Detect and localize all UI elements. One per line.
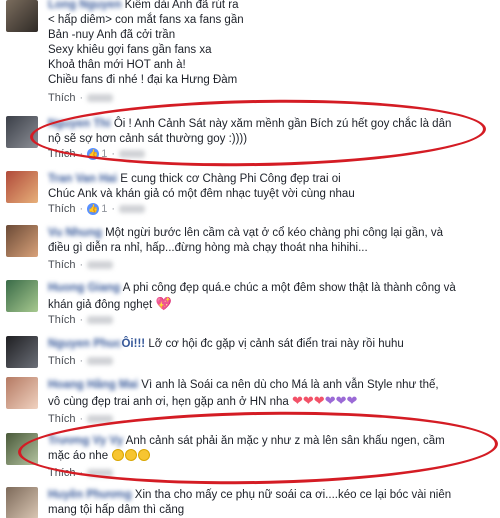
like-link[interactable]: Thích [48, 314, 76, 326]
comment-body: Huong Giang A phi công đẹp quá.e chúc a … [48, 281, 494, 313]
comment-line: Bản -nuy Anh đã cởi trần [48, 29, 176, 41]
comment-author[interactable]: Tran Van Hai [48, 173, 117, 185]
avatar[interactable] [6, 280, 38, 312]
timestamp[interactable] [118, 150, 145, 158]
timestamp[interactable] [87, 261, 114, 269]
sparkling-heart-icon: 💖 [155, 296, 172, 311]
purple-heart-icon: ❤ [335, 393, 347, 408]
timestamp[interactable] [87, 316, 114, 324]
like-count-value: 1 [101, 148, 108, 160]
laughing-emoji-icon [138, 449, 151, 461]
avatar[interactable] [6, 0, 38, 32]
separator: · [111, 203, 115, 215]
like-link[interactable]: Thích [48, 92, 76, 104]
like-link[interactable]: Thích [48, 467, 76, 479]
comment-actions: Thích · [48, 413, 114, 425]
comment-text: mang tội hấp dâm thì căng [48, 504, 185, 516]
avatar[interactable] [6, 171, 38, 203]
avatar[interactable] [6, 487, 38, 518]
comment-line: < hấp diêm> con mắt fans xa fans gần [48, 14, 244, 26]
comment-author[interactable]: Nguyen Phuc [48, 338, 121, 350]
comment-actions: Thích · [48, 467, 114, 479]
comment-text: vô cùng đẹp trai anh ơi, hẹn gặp anh ở H… [48, 396, 289, 408]
avatar[interactable] [6, 377, 38, 409]
timestamp[interactable] [87, 357, 114, 365]
comment-body: Tran Van Hai E cung thick cơ Chàng Phi C… [48, 172, 494, 202]
separator: · [79, 314, 84, 326]
separator: · [111, 148, 115, 160]
comment-actions: Thích · 👍 1 · [48, 148, 145, 160]
avatar[interactable] [6, 336, 38, 368]
avatar[interactable] [6, 225, 38, 257]
comment-text: Ôi ! Anh Cảnh Sát này xăm mềnh gần Bích … [110, 118, 452, 130]
comment-text: Anh cảnh sát phải ăn mặc y như z mà lên … [123, 435, 445, 447]
purple-heart-icon: ❤ [324, 393, 336, 408]
comment-text: điều gì diễn ra nhỉ, hấp...đừng hòng mà … [48, 242, 368, 254]
separator: · [79, 259, 84, 271]
timestamp[interactable] [87, 469, 114, 477]
comment-author[interactable]: Vu Nhung [48, 227, 102, 239]
thumbs-up-icon: 👍 [87, 203, 100, 215]
comment-author[interactable]: Huyền Phương [48, 489, 132, 501]
comment-body: Long Nguyen Kiếm dài Anh đã rút ra < hấp… [48, 0, 494, 88]
like-count[interactable]: 👍 1 [87, 148, 107, 160]
comment-text: khán giả đông nghẹt [48, 299, 156, 311]
comment-line: Chiều fans đi nhé ! đại ka Hưng Đàm [48, 74, 238, 86]
separator: · [79, 355, 84, 367]
comment-author[interactable]: Hoang Hằng Mai [48, 379, 138, 391]
comment-actions: Thích · [48, 92, 114, 104]
comment-text: Một ngừi bước lên cầm cà vạt ở cổ kéo ch… [101, 227, 444, 239]
like-link[interactable]: Thích [48, 148, 76, 160]
comment-line: Kiếm dài Anh đã rút ra [124, 0, 239, 11]
red-heart-icon: ❤ [313, 393, 325, 408]
laughing-emoji-icon [112, 449, 125, 461]
like-link[interactable]: Thích [48, 259, 76, 271]
comment-body: Huyền Phương Xin tha cho mấy ce phụ nữ s… [48, 488, 494, 518]
comment-author[interactable]: Trương Vy Vy [48, 435, 123, 447]
comment-text: mặc áo nhe [48, 450, 112, 462]
comment-author-tail[interactable]: Ôi!!! [121, 338, 145, 350]
comment-actions: Thích · 👍 1 · [48, 203, 145, 215]
comment-text: E cung thick cơ Chàng Phi Công đẹp trai … [120, 173, 341, 185]
thumbs-up-icon: 👍 [87, 148, 100, 160]
comment-text: Lỡ cơ hội đc gặp vị cảnh sát điển trai n… [145, 338, 404, 350]
separator: · [79, 92, 84, 104]
comment-actions: Thích · [48, 314, 114, 326]
comment-body: Nguyen PhucÔi!!! Lỡ cơ hội đc gặp vị cản… [48, 337, 494, 352]
comment-actions: Thích · [48, 259, 114, 271]
avatar[interactable] [6, 433, 38, 465]
comment-line: Sexy khiêu gợi fans gần fans xa [48, 44, 212, 56]
timestamp[interactable] [87, 415, 114, 423]
like-link[interactable]: Thích [48, 355, 76, 367]
separator: · [79, 148, 84, 160]
separator: · [79, 203, 84, 215]
separator: · [79, 467, 84, 479]
comment-body: Hoang Hằng Mai Vì anh là Soái ca nên dù … [48, 378, 494, 410]
separator: · [79, 413, 84, 425]
comment-author[interactable]: Nguyen Thi [48, 118, 111, 130]
comment-author[interactable]: Long Nguyen [48, 0, 121, 11]
like-count-value: 1 [101, 203, 108, 215]
like-link[interactable]: Thích [48, 203, 76, 215]
like-link[interactable]: Thích [48, 413, 76, 425]
like-count[interactable]: 👍 1 [87, 203, 107, 215]
comment-text: Vì anh là Soái ca nên dù cho Má là anh v… [138, 379, 439, 391]
comment-text: nộ sẽ sợ hơn cảnh sát thường goy :)))) [48, 133, 248, 145]
comment-body: Nguyen Thi Ôi ! Anh Cảnh Sát này xăm mền… [48, 117, 494, 147]
comment-actions: Thích · [48, 355, 114, 367]
comment-text: A phi công đẹp quá.e chúc a một đêm show… [120, 282, 456, 294]
avatar[interactable] [6, 116, 38, 148]
purple-heart-icon: ❤ [346, 393, 358, 408]
red-heart-icon: ❤ [302, 393, 314, 408]
comment-text: Chúc Ank và khán giả có một đêm nhạc tuy… [48, 188, 355, 200]
laughing-emoji-icon [125, 449, 138, 461]
red-heart-icon: ❤ [291, 393, 303, 408]
timestamp[interactable] [118, 205, 145, 213]
comment-body: Trương Vy Vy Anh cảnh sát phải ăn mặc y … [48, 434, 494, 464]
timestamp[interactable] [87, 94, 114, 102]
comment-author[interactable]: Huong Giang [48, 282, 120, 294]
comment-text: Xin tha cho mấy ce phụ nữ soái ca ơi....… [131, 489, 452, 501]
comment-line: Khoả thân mới HOT anh à! [48, 59, 186, 71]
comment-body: Vu Nhung Một ngừi bước lên cầm cà vạt ở … [48, 226, 494, 256]
